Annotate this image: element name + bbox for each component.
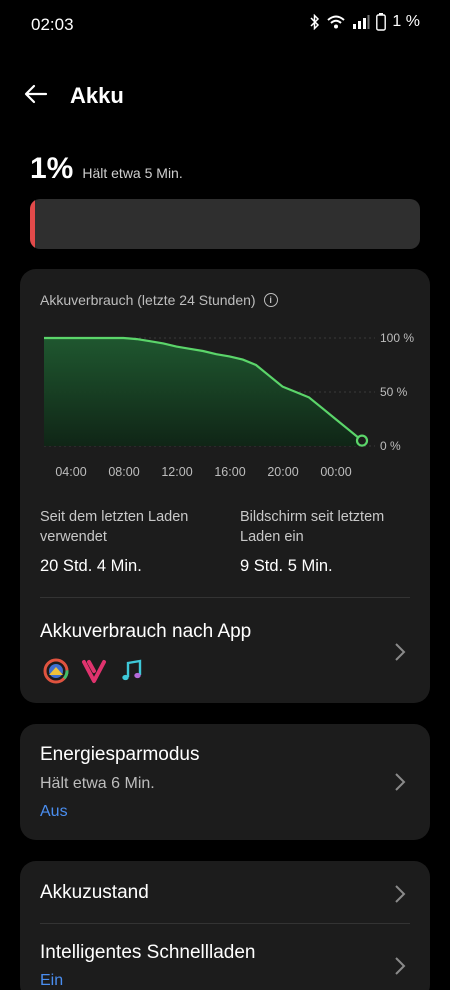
smart-fast-charging-state: Ein	[40, 972, 64, 989]
stat-value: 9 Std. 5 Min.	[240, 557, 333, 575]
status-icons: 1 %	[310, 13, 420, 31]
battery-usage-card[interactable]: Akkuverbrauch (letzte 24 Stunden) i 100 …	[20, 269, 430, 703]
smart-fast-charging-item[interactable]: Intelligentes Schnellladen	[40, 942, 256, 964]
stat-since-charge: Seit dem letzten Laden verwendet 20 Std.…	[40, 507, 220, 576]
x-tick-label: 12:00	[161, 465, 192, 479]
app-icon-colorful-ring	[42, 657, 70, 685]
battery-health-item[interactable]: Akkuzustand	[40, 882, 149, 904]
stat-label: Bildschirm seit letztem Laden ein	[240, 509, 385, 545]
battery-percent-text: 1 %	[392, 13, 420, 30]
stat-label: Seit dem letzten Laden verwendet	[40, 509, 189, 545]
status-bar: 02:03 1 %	[0, 0, 450, 50]
wifi-icon	[326, 14, 346, 30]
stat-value: 20 Std. 4 Min.	[40, 557, 142, 575]
y-tick-label: 100 %	[380, 331, 414, 345]
usage-chart: 100 % 50 % 0 % 04:00 08:00 12:00 16:00 20:00 00…	[44, 331, 414, 479]
battery-settings-card: Akkuzustand Intelligentes Schnellladen E…	[20, 861, 430, 990]
x-tick-label: 08:00	[108, 465, 139, 479]
battery-level-fill	[30, 199, 35, 249]
app-icons	[42, 657, 146, 685]
battery-level: 1% Hält etwa 5 Min.	[30, 152, 183, 186]
status-time: 02:03	[31, 15, 74, 34]
app-usage-title[interactable]: Akkuverbrauch nach App	[40, 621, 251, 643]
x-tick-label: 16:00	[214, 465, 245, 479]
battery-icon	[376, 13, 387, 31]
current-level-dot	[355, 434, 369, 447]
battery-percent: 1%	[30, 152, 74, 185]
chevron-right-icon	[395, 643, 406, 661]
battery-estimate: Hält etwa 5 Min.	[82, 165, 183, 181]
stat-screen-on: Bildschirm seit letztem Laden ein 9 Std.…	[240, 507, 420, 576]
chevron-right-icon	[395, 773, 406, 791]
back-button[interactable]	[18, 78, 54, 114]
divider	[40, 597, 410, 598]
energy-saver-card[interactable]: Energiesparmodus Hält etwa 6 Min. Aus	[20, 724, 430, 840]
energy-saver-state: Aus	[40, 803, 68, 820]
music-note-icon	[118, 657, 146, 685]
chevron-right-icon	[395, 885, 406, 903]
y-tick-label: 50 %	[380, 385, 408, 399]
x-tick-label: 04:00	[55, 465, 86, 479]
vivaldi-v-icon	[80, 657, 108, 685]
divider	[40, 923, 410, 924]
battery-level-bar	[30, 199, 420, 249]
app-header: Akku	[0, 70, 450, 122]
y-axis-labels: 100 % 50 % 0 %	[380, 331, 414, 453]
y-tick-label: 0 %	[380, 439, 401, 453]
bluetooth-icon	[310, 14, 320, 30]
signal-icon	[352, 15, 370, 29]
energy-saver-estimate: Hält etwa 6 Min.	[40, 775, 155, 792]
arrow-left-icon	[24, 84, 48, 109]
energy-saver-title: Energiesparmodus	[40, 744, 200, 765]
x-tick-label: 20:00	[267, 465, 298, 479]
x-axis-labels: 04:00 08:00 12:00 16:00 20:00 00:00	[55, 465, 351, 479]
page-title: Akku	[70, 83, 124, 108]
x-tick-label: 00:00	[320, 465, 351, 479]
chevron-right-icon	[395, 957, 406, 975]
